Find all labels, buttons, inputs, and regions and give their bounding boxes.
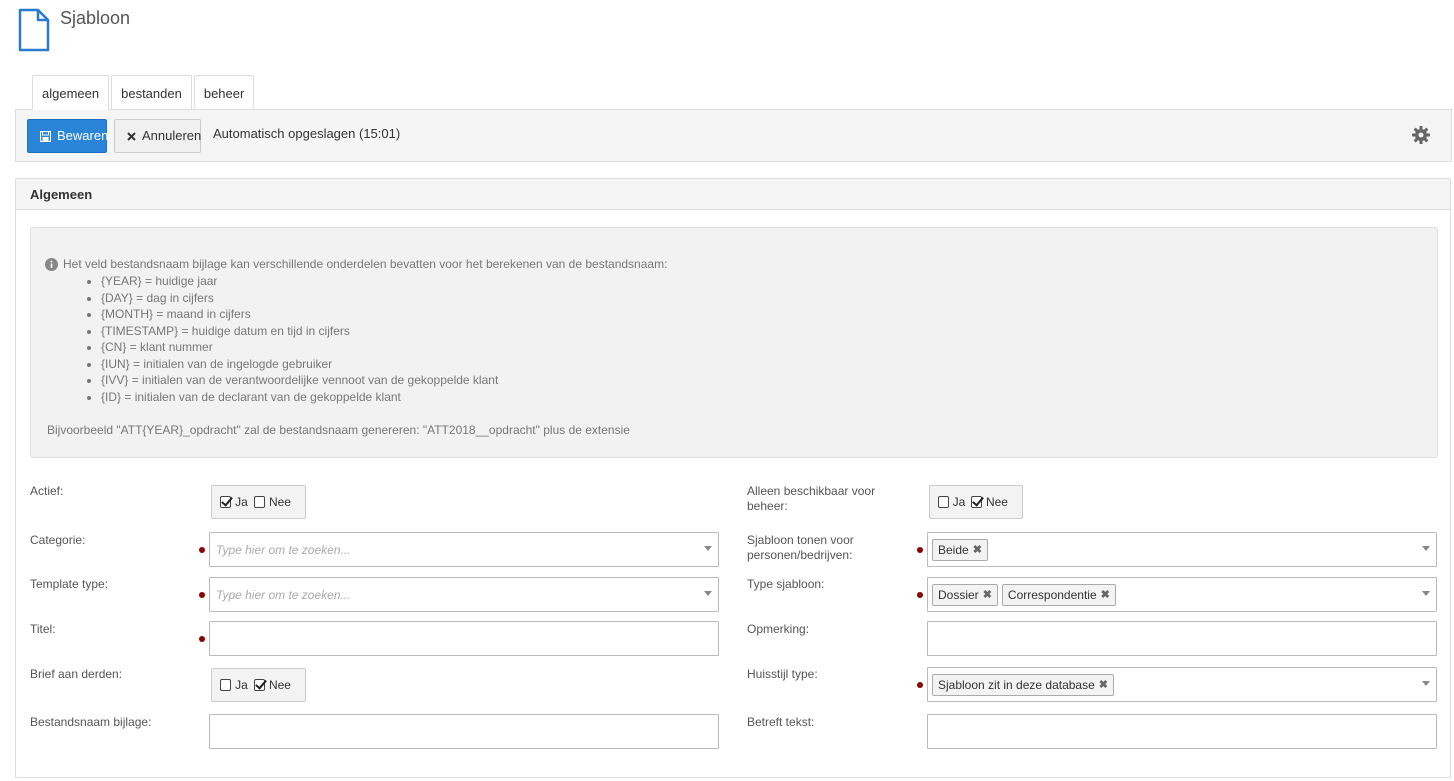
brief-aan-derden-checkgroup: Ja Nee [211, 668, 306, 702]
brief-nee-checkbox[interactable] [253, 679, 265, 691]
tab-algemeen[interactable]: algemeen [32, 75, 110, 110]
sjabloon-tonen-select[interactable]: Beide ✖ [927, 532, 1437, 567]
sjabloon-tonen-label: Sjabloon tonen voor personen/bedrijven: [747, 533, 854, 562]
alleen-beheer-label: Alleen beschikbaar voor beheer: [747, 484, 876, 513]
chevron-down-icon[interactable] [1422, 546, 1430, 551]
info-intro-text: Het veld bestandsnaam bijlage kan versch… [63, 257, 668, 271]
required-indicator [917, 682, 923, 688]
list-item: {DAY} = dag in cijfers [101, 290, 498, 307]
categorie-placeholder: Type hier om te zoeken... [216, 543, 351, 557]
bestandsnaam-input[interactable] [209, 714, 719, 749]
tag-label: Beide [938, 543, 969, 557]
chevron-down-icon[interactable] [704, 546, 712, 551]
remove-tag-icon[interactable]: ✖ [1101, 585, 1110, 605]
tag: Correspondentie ✖ [1001, 584, 1116, 606]
brief-nee-label: Nee [268, 678, 291, 692]
brief-ja-label: Ja [235, 678, 248, 692]
brief-ja-checkbox[interactable] [220, 679, 232, 691]
tab-bestanden[interactable]: bestanden [111, 75, 192, 110]
alleen-beheer-ja-checkbox[interactable] [938, 496, 949, 508]
actief-nee-label: Nee [268, 495, 291, 509]
titel-input[interactable] [209, 621, 719, 656]
list-item: {CN} = klant nummer [101, 339, 498, 356]
save-button-label: Bewaren [57, 128, 109, 143]
brief-aan-derden-label: Brief aan derden: [30, 667, 123, 681]
required-indicator [917, 547, 923, 553]
betreft-tekst-label: Betreft tekst: [747, 715, 815, 729]
opmerking-label: Opmerking: [747, 622, 810, 636]
tag: Dossier ✖ [932, 584, 998, 606]
tag-label: Dossier [938, 588, 979, 602]
tag-label: Correspondentie [1007, 588, 1097, 602]
required-indicator [917, 592, 923, 598]
close-icon [127, 131, 136, 141]
tag-label: Sjabloon zit in deze database [938, 678, 1095, 692]
required-indicator [199, 636, 205, 642]
betreft-tekst-input[interactable] [927, 714, 1437, 749]
categorie-label: Categorie: [30, 533, 86, 547]
list-item: {TIMESTAMP} = huidige datum en tijd in c… [101, 323, 498, 340]
list-item: {ID} = initialen van de declarant van de… [101, 389, 498, 406]
opmerking-input[interactable] [927, 621, 1437, 656]
list-item: {IUN} = initialen van de ingelogde gebru… [101, 356, 498, 373]
actief-ja-label: Ja [235, 495, 248, 509]
chevron-down-icon[interactable] [704, 591, 712, 596]
required-indicator [199, 592, 205, 598]
categorie-select[interactable]: Type hier om te zoeken... [209, 532, 719, 567]
document-icon [18, 8, 50, 52]
titel-label: Titel: [30, 622, 56, 636]
remove-tag-icon[interactable]: ✖ [1099, 675, 1108, 695]
bestandsnaam-label: Bestandsnaam bijlage: [30, 715, 152, 729]
huisstijl-type-select[interactable]: Sjabloon zit in deze database ✖ [927, 667, 1437, 702]
list-item: {IVV} = initialen van de verantwoordelij… [101, 372, 498, 389]
info-example: Bijvoorbeeld "ATT{YEAR}_opdracht" zal de… [47, 423, 630, 437]
template-type-select[interactable]: Type hier om te zoeken... [209, 577, 719, 612]
list-item: {MONTH} = maand in cijfers [101, 306, 498, 323]
actief-ja-checkbox[interactable] [220, 496, 232, 508]
chevron-down-icon[interactable] [1422, 681, 1430, 686]
huisstijl-type-label: Huisstijl type: [747, 667, 818, 681]
tab-bar: algemeen bestanden beheer [32, 75, 256, 110]
tag: Sjabloon zit in deze database ✖ [932, 674, 1114, 696]
toolbar: Bewaren Annuleren Automatisch opgeslagen… [15, 109, 1452, 162]
tab-beheer[interactable]: beheer [193, 75, 255, 110]
alleen-beheer-checkgroup: Ja Nee [929, 485, 1023, 519]
alleen-beheer-ja-label: Ja [952, 495, 966, 509]
template-type-label: Template type: [30, 577, 109, 591]
info-intro: Het veld bestandsnaam bijlage kan versch… [45, 257, 667, 271]
gear-icon[interactable] [1411, 125, 1431, 145]
list-item: {YEAR} = huidige jaar [101, 273, 498, 290]
template-type-placeholder: Type hier om te zoeken... [216, 588, 351, 602]
type-sjabloon-label: Type sjabloon: [747, 577, 825, 591]
alleen-beheer-nee-checkbox[interactable] [971, 496, 982, 508]
alleen-beheer-nee-label: Nee [985, 495, 1008, 509]
cancel-button[interactable]: Annuleren [114, 119, 201, 153]
chevron-down-icon[interactable] [1422, 591, 1430, 596]
info-box: Het veld bestandsnaam bijlage kan versch… [30, 227, 1438, 458]
page-title: Sjabloon [60, 8, 131, 28]
actief-label: Actief: [30, 484, 64, 498]
actief-nee-checkbox[interactable] [253, 496, 265, 508]
remove-tag-icon[interactable]: ✖ [973, 540, 982, 560]
info-list: {YEAR} = huidige jaar {DAY} = dag in cij… [85, 273, 498, 405]
floppy-disk-icon [40, 130, 51, 142]
required-indicator [199, 547, 205, 553]
tag: Beide ✖ [932, 539, 988, 561]
save-button[interactable]: Bewaren [27, 119, 109, 153]
actief-checkgroup: Ja Nee [211, 485, 306, 519]
remove-tag-icon[interactable]: ✖ [983, 585, 992, 605]
type-sjabloon-select[interactable]: Dossier ✖ Correspondentie ✖ [927, 577, 1437, 612]
cancel-button-label: Annuleren [142, 128, 202, 143]
autosave-status: Automatisch opgeslagen (15:01) [213, 126, 401, 141]
panel-title: Algemeen [16, 179, 1450, 210]
info-icon [45, 257, 58, 271]
